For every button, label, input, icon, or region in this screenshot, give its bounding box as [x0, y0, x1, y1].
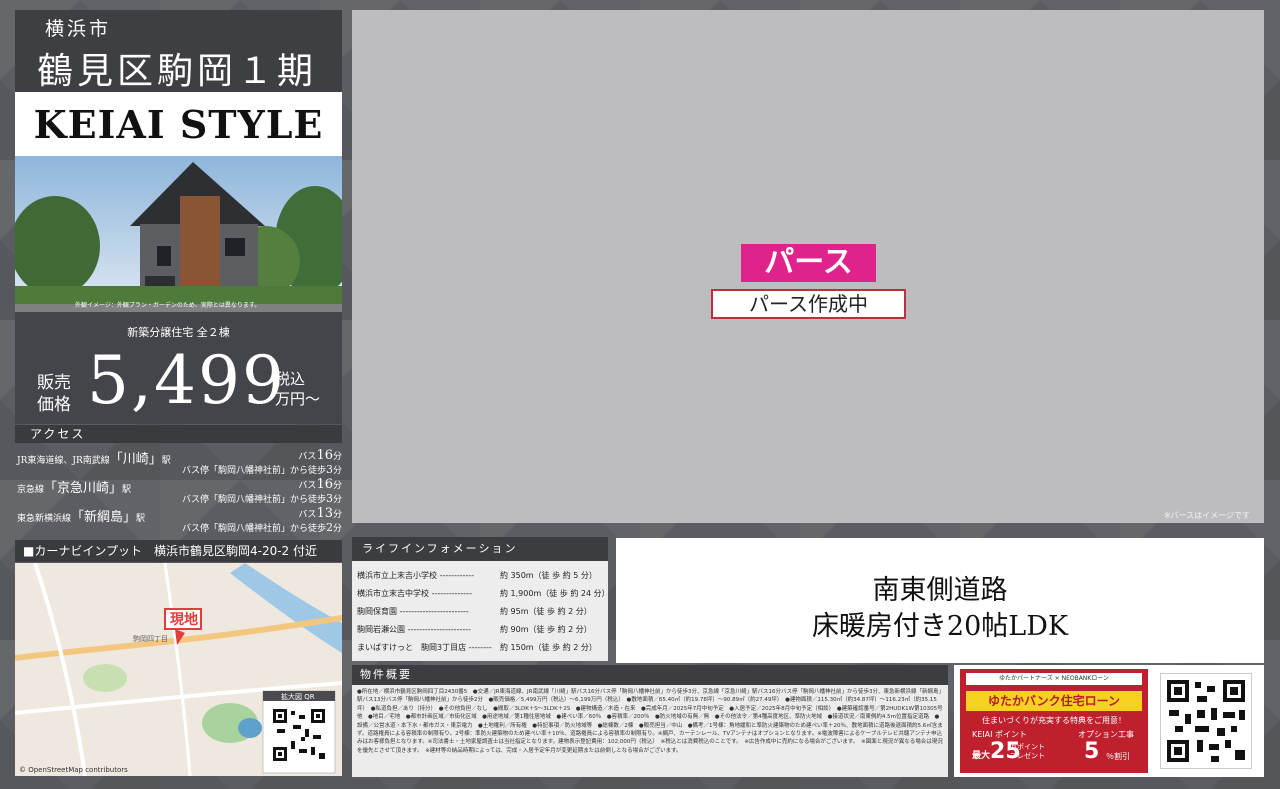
loan-option-value: 5: [1084, 739, 1100, 764]
price-label-2: 価格: [37, 395, 71, 415]
loan-title: ゆたかバンク住宅ローン: [966, 691, 1142, 711]
loan-point-unit: 万ポイント プレゼント: [1010, 743, 1045, 760]
perspective-note: ※パースはイメージです: [1163, 511, 1250, 520]
feature-panel: 南東側道路 床暖房付き20帖LDK: [616, 538, 1264, 663]
access-walk: バス停「駒岡八幡神社前」から徒歩3分: [181, 463, 342, 476]
map-qr-code: [271, 707, 327, 763]
property-overview-text: ●所在地／横浜市鶴見区駒岡四丁目2430番5 ●交通／JR東海道線、JR南武線「…: [357, 689, 944, 754]
location-map[interactable]: 駒岡四丁目 現地 拡大図 QR © OpenStreetMap contribu…: [15, 563, 342, 776]
perspective-badge: パース: [741, 244, 876, 282]
loan-qr-code[interactable]: [1160, 673, 1252, 769]
loan-option-unit: ％割引: [1106, 752, 1130, 761]
page-title: 鶴見区駒岡１期: [37, 51, 318, 92]
price-panel: 新築分譲住宅 全２棟 販売 価格 5,499 税込 万円〜: [15, 312, 342, 424]
loan-partner: ゆたかパートナーズ × NEOBANKローン: [966, 673, 1142, 685]
house-exterior-image: 外観イメージ：外観プラン・ガーデンのため、実際とは異なります。: [15, 156, 342, 312]
car-navi-address: ■カーナビインプット 横浜市鶴見区駒岡4-20-2 付近: [15, 540, 342, 562]
life-info-panel: ライフインフォメーション 横浜市立上末吉小学校 ------------ 約 35…: [352, 537, 610, 661]
title-box: 横浜市 鶴見区駒岡１期: [15, 10, 342, 92]
brand-logo-text: KEIAI STYLE: [15, 92, 342, 156]
map-area-label: 駒岡四丁目: [133, 634, 168, 643]
access-walk: バス停「駒岡八幡神社前」から徒歩3分: [181, 492, 342, 505]
feature-line-1: 南東側道路: [872, 575, 1008, 606]
price-unit-yen: 万円〜: [275, 390, 321, 408]
loan-banner[interactable]: ゆたかパートナーズ × NEOBANKローン ゆたかバンク住宅ローン 住まいづく…: [960, 669, 1148, 773]
price-amount: 5,499: [87, 342, 286, 419]
loan-ad-panel: ゆたかパートナーズ × NEOBANKローン ゆたかバンク住宅ローン 住まいづく…: [954, 665, 1264, 777]
feature-line-2: 床暖房付き20帖LDK: [811, 611, 1069, 642]
loan-subtitle: 住まいづくりが充実する特典をご用意！: [982, 716, 1126, 725]
city-label: 横浜市: [45, 18, 112, 40]
perspective-status: パース作成中: [711, 289, 906, 319]
property-overview-panel: 物件概要 ●所在地／横浜市鶴見区駒岡四丁目2430番5 ●交通／JR東海道線、J…: [352, 665, 948, 777]
map-credit: © OpenStreetMap contributors: [19, 766, 128, 774]
access-heading: アクセス: [15, 425, 342, 443]
site-label: 現地: [170, 611, 198, 628]
price-unit-tax: 税込: [275, 370, 306, 388]
perspective-area: パース パース作成中 ※パースはイメージです: [352, 10, 1264, 523]
map-qr-label: 拡大図 QR: [281, 692, 315, 701]
access-walk: バス停「駒岡八幡神社前」から徒歩2分: [181, 521, 342, 534]
hero-caption: 外観イメージ：外観プラン・ガーデンのため、実際とは異なります。: [75, 301, 260, 309]
life-info-heading: ライフインフォメーション: [352, 537, 608, 561]
price-subtitle: 新築分譲住宅 全２棟: [127, 326, 230, 339]
property-overview-heading: 物件概要: [352, 665, 948, 685]
